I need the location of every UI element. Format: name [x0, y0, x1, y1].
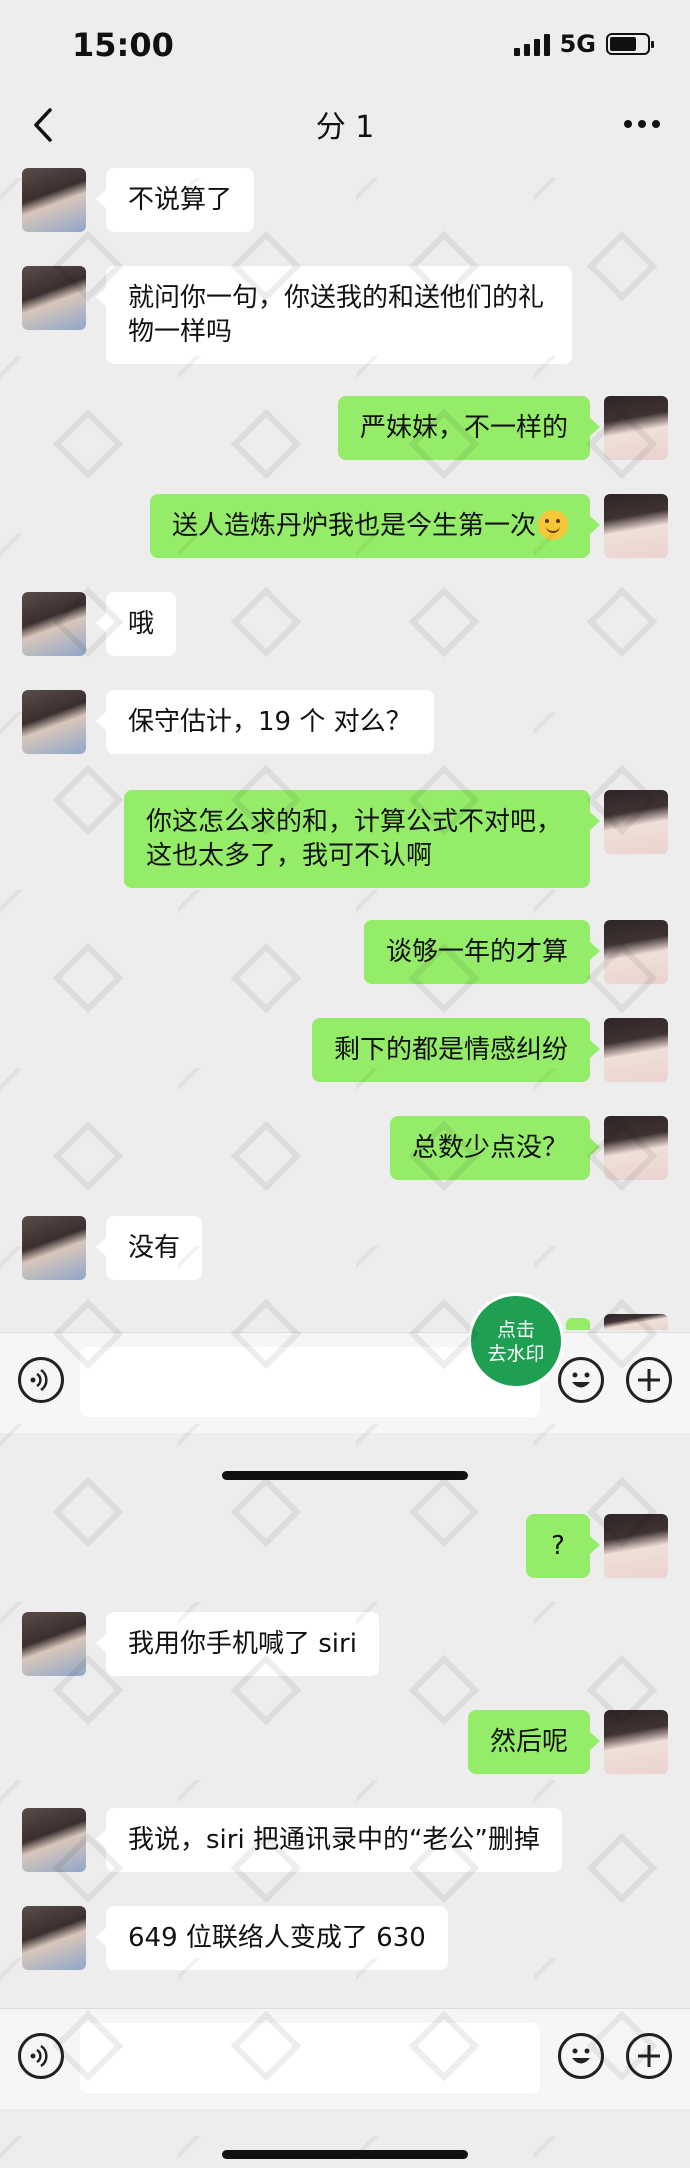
- input-bar: [0, 2008, 690, 2109]
- incoming-message[interactable]: 我说，siri 把通讯录中的“老公”删掉: [96, 1808, 562, 1872]
- watermark-button-line1: 点击: [496, 1319, 535, 1341]
- voice-button[interactable]: [18, 2033, 64, 2079]
- contact-avatar[interactable]: [22, 266, 86, 330]
- more-button[interactable]: [620, 104, 664, 144]
- incoming-message[interactable]: 649 位联络人变成了 630: [96, 1906, 448, 1970]
- message-text: 送人造炼丹炉我也是今生第一次: [171, 511, 536, 541]
- contact-avatar[interactable]: [22, 1612, 86, 1676]
- outgoing-message[interactable]: 总数少点没？: [389, 1116, 601, 1180]
- outgoing-message[interactable]: 然后呢: [467, 1710, 601, 1774]
- chat-title: 分 1: [315, 110, 375, 145]
- my-avatar: [604, 1314, 668, 1330]
- contact-avatar[interactable]: [22, 168, 86, 232]
- contact-avatar[interactable]: [22, 1906, 86, 1970]
- battery-icon: [606, 33, 654, 55]
- input-bar: [0, 1332, 690, 1433]
- contact-avatar[interactable]: [22, 1808, 86, 1872]
- voice-icon: [30, 1368, 48, 1392]
- more-icon: [624, 120, 660, 128]
- message-input[interactable]: [80, 2023, 540, 2093]
- remove-watermark-button[interactable]: 点击 去水印: [468, 1293, 564, 1389]
- plus-button[interactable]: [626, 2033, 672, 2079]
- incoming-message[interactable]: 保守估计，19 个 对么？: [96, 690, 434, 754]
- outgoing-message[interactable]: 送人造炼丹炉我也是今生第一次: [149, 494, 601, 558]
- chat-header: 分 1: [0, 90, 690, 160]
- outgoing-message[interactable]: 剩下的都是情感纠纷: [311, 1018, 601, 1082]
- my-avatar[interactable]: [604, 1018, 668, 1082]
- outgoing-message[interactable]: 你这怎么求的和，计算公式不对吧， 这也太多了，我可不认啊: [124, 790, 600, 888]
- outgoing-message-partial: [566, 1318, 590, 1330]
- my-avatar[interactable]: [604, 1116, 668, 1180]
- outgoing-message[interactable]: 谈够一年的才算: [363, 920, 601, 984]
- my-avatar[interactable]: [604, 396, 668, 460]
- plus-icon: [638, 2045, 660, 2067]
- incoming-message[interactable]: 哦: [95, 592, 177, 656]
- contact-avatar[interactable]: [22, 1216, 86, 1280]
- contact-avatar[interactable]: [22, 690, 86, 754]
- home-indicator: [222, 1471, 468, 1480]
- smile-emoji-icon: [538, 510, 568, 540]
- my-avatar[interactable]: [604, 1514, 668, 1578]
- incoming-message[interactable]: 不说算了: [95, 168, 255, 232]
- emoji-icon: [572, 2048, 590, 2064]
- my-avatar[interactable]: [604, 790, 668, 854]
- my-avatar[interactable]: [604, 494, 668, 558]
- voice-icon: [30, 2044, 48, 2068]
- emoji-button[interactable]: [558, 1357, 604, 1403]
- network-type: 5G: [559, 30, 596, 58]
- status-time: 15:00: [72, 26, 174, 64]
- incoming-message[interactable]: 就问你一句，你送我的和送他们的礼 物一样吗: [96, 266, 572, 364]
- my-avatar[interactable]: [604, 1710, 668, 1774]
- incoming-message[interactable]: 没有: [95, 1216, 203, 1280]
- home-indicator: [222, 2150, 468, 2159]
- emoji-button[interactable]: [558, 2033, 604, 2079]
- voice-button[interactable]: [18, 1357, 64, 1403]
- signal-icon: [513, 32, 550, 56]
- outgoing-message[interactable]: 严妹妹，不一样的: [337, 396, 601, 460]
- watermark-button-line2: 去水印: [487, 1343, 545, 1365]
- contact-avatar[interactable]: [22, 592, 86, 656]
- outgoing-message[interactable]: ?: [526, 1514, 600, 1578]
- status-bar: 15:00 5G: [0, 0, 690, 90]
- plus-icon: [638, 1369, 660, 1391]
- plus-button[interactable]: [626, 1357, 672, 1403]
- status-indicators: 5G: [513, 30, 654, 58]
- my-avatar[interactable]: [604, 920, 668, 984]
- incoming-message[interactable]: 我用你手机喊了 siri: [96, 1612, 379, 1676]
- emoji-icon: [572, 1372, 590, 1388]
